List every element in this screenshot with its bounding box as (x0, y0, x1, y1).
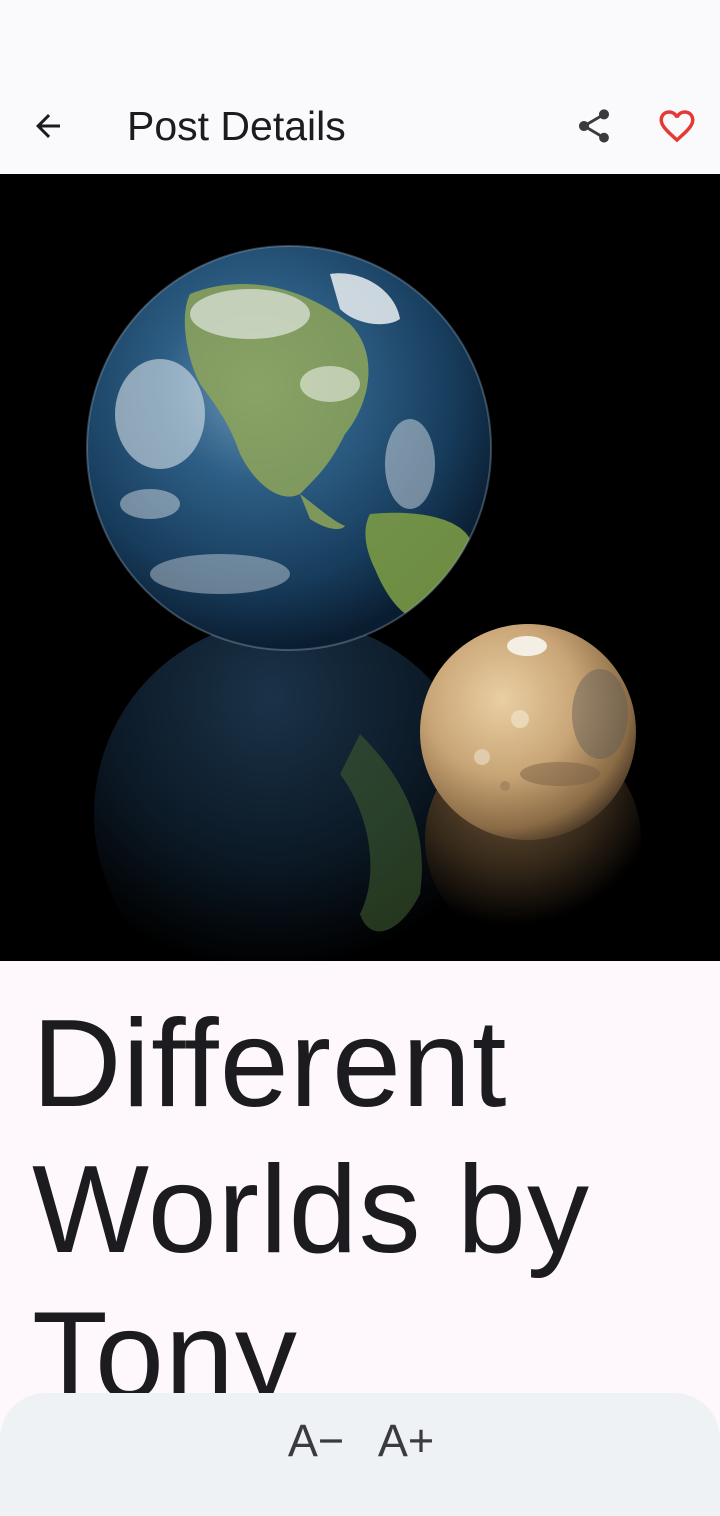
favorite-button[interactable] (647, 96, 707, 156)
share-button[interactable] (564, 96, 624, 156)
decrease-font-button[interactable]: A− (282, 1411, 350, 1471)
share-icon (579, 109, 609, 143)
page-title: Post Details (127, 103, 346, 149)
heart-outline-icon (659, 110, 695, 143)
arrow-back-icon (36, 114, 60, 138)
post-title: Different Worlds by Tony (32, 995, 590, 1425)
back-button[interactable] (18, 96, 78, 156)
post-image (0, 174, 720, 961)
earth-mars-image (86, 245, 641, 961)
status-bar (0, 0, 720, 78)
app-bar: Post Details (0, 78, 720, 174)
screen: Post Details Different Worlds by Tony A−… (0, 0, 720, 1516)
font-size-controls: A− A+ (0, 1393, 720, 1516)
increase-font-button[interactable]: A+ (372, 1411, 440, 1471)
